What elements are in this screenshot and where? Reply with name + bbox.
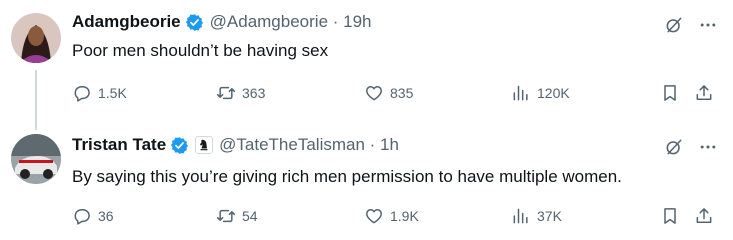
retweet-count: 363	[242, 85, 266, 101]
like-button[interactable]: 1.9K	[364, 206, 419, 226]
tweet-header: Adamgbeorie @Adamgbeorie · 19h	[72, 12, 372, 32]
bookmark-button[interactable]	[660, 83, 680, 103]
display-name[interactable]: Adamgbeorie	[72, 12, 181, 32]
views-button[interactable]: 120K	[511, 83, 570, 103]
like-count: 1.9K	[390, 208, 419, 224]
handle-and-time[interactable]: @Adamgbeorie · 19h	[210, 12, 372, 32]
chess-knight-icon	[200, 139, 208, 151]
tweet[interactable]: Tristan Tate @TateTheTalisman · 1h By sa…	[0, 120, 733, 240]
avatar[interactable]	[11, 13, 61, 63]
tweet-text: Poor men shouldn’t be having sex	[72, 41, 329, 60]
tweet[interactable]: Adamgbeorie @Adamgbeorie · 19h Poor men …	[0, 0, 733, 130]
share-icon	[696, 208, 712, 223]
reply-icon	[74, 86, 90, 102]
grok-icon[interactable]	[664, 137, 684, 157]
like-count: 835	[390, 85, 414, 101]
more-icon[interactable]	[698, 137, 718, 157]
view-count: 120K	[537, 85, 570, 101]
bookmark-icon	[664, 85, 676, 101]
bookmark-icon	[664, 208, 676, 224]
views-icon	[513, 85, 528, 101]
retweet-button[interactable]: 363	[216, 83, 265, 103]
reply-count: 36	[98, 208, 114, 224]
like-icon	[366, 209, 382, 224]
retweet-button[interactable]: 54	[216, 206, 258, 226]
affiliation-badge[interactable]	[195, 136, 214, 154]
more-icon[interactable]	[698, 15, 718, 35]
share-button[interactable]	[694, 206, 714, 226]
retweet-icon	[216, 209, 236, 223]
tweet-actions: 1.5K 363 835 120K	[72, 83, 722, 105]
reply-icon	[74, 209, 90, 225]
view-count: 37K	[537, 208, 562, 224]
like-icon	[366, 86, 382, 101]
tweet-header: Tristan Tate @TateTheTalisman · 1h	[72, 135, 399, 155]
display-name[interactable]: Tristan Tate	[72, 135, 166, 155]
bookmark-button[interactable]	[660, 206, 680, 226]
grok-icon[interactable]	[664, 15, 684, 35]
like-button[interactable]: 835	[364, 83, 413, 103]
reply-button[interactable]: 1.5K	[72, 83, 127, 103]
handle-and-time[interactable]: @TateTheTalisman · 1h	[219, 135, 399, 155]
avatar[interactable]	[11, 134, 61, 184]
retweet-count: 54	[242, 208, 258, 224]
reply-count: 1.5K	[98, 85, 127, 101]
tweet-text: By saying this you’re giving rich men pe…	[72, 167, 622, 186]
verified-badge-icon	[185, 13, 203, 31]
verified-badge-icon	[171, 136, 189, 154]
tweet-actions: 36 54 1.9K 37K	[72, 206, 722, 228]
views-button[interactable]: 37K	[511, 206, 562, 226]
share-button[interactable]	[694, 83, 714, 103]
retweet-icon	[216, 86, 236, 100]
reply-button[interactable]: 36	[72, 206, 114, 226]
share-icon	[696, 85, 712, 100]
views-icon	[513, 208, 528, 224]
